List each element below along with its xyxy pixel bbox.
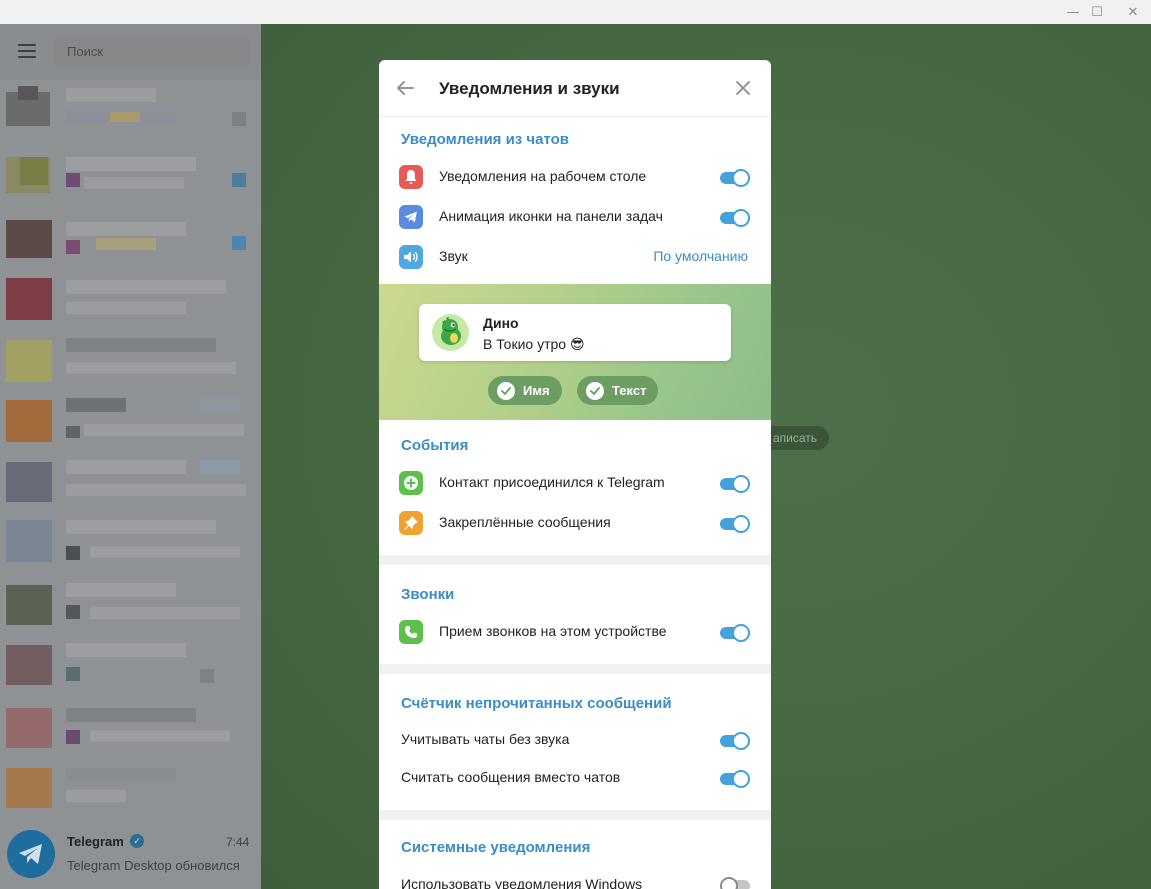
toggle-desktop-notifications[interactable]	[720, 169, 750, 187]
section-title-chats: Уведомления из чатов	[401, 131, 570, 148]
chat-list-panel: Поиск Telegram ✓ 7:44 Telegram Desktop о…	[0, 24, 261, 889]
row-label: Использовать уведомления Windows	[401, 876, 643, 889]
list-item[interactable]	[0, 702, 261, 762]
row-sound[interactable]: Звук По умолчанию	[379, 237, 771, 277]
row-label: Звук	[439, 248, 468, 264]
verified-icon: ✓	[130, 834, 144, 848]
dino-sticker-icon	[441, 317, 461, 345]
preview-message-text: В Токио утро 😎	[483, 336, 585, 352]
section-title-badge: Счётчик непрочитанных сообщений	[401, 695, 672, 712]
toggle-accept-calls[interactable]	[720, 624, 750, 642]
section-divider	[379, 555, 771, 565]
list-item[interactable]	[0, 214, 261, 274]
row-label: Считать сообщения вместо чатов	[401, 769, 621, 785]
row-pinned-messages[interactable]: Закреплённые сообщения	[379, 503, 771, 543]
list-item[interactable]	[0, 762, 261, 822]
list-item[interactable]	[0, 274, 261, 334]
arrow-left-icon[interactable]	[395, 78, 415, 98]
row-label: Закреплённые сообщения	[439, 514, 611, 530]
list-item[interactable]	[0, 394, 261, 454]
chat-item-telegram[interactable]: Telegram ✓ 7:44 Telegram Desktop обновил…	[0, 824, 261, 889]
speaker-icon	[399, 245, 423, 269]
select-chat-hint: аписать	[761, 426, 830, 450]
list-item[interactable]	[0, 149, 261, 209]
notification-preview: Дино В Токио утро 😎 Имя Текст	[379, 284, 771, 420]
close-window-icon: ✕	[1127, 4, 1139, 20]
notifications-settings-dialog: Уведомления и звуки Уведомления из чатов…	[379, 60, 771, 889]
section-title-events: События	[401, 437, 469, 454]
telegram-plane-icon	[19, 844, 42, 864]
list-item[interactable]	[0, 82, 261, 142]
sound-value-link[interactable]: По умолчанию	[653, 248, 748, 264]
row-label: Контакт присоединился к Telegram	[439, 474, 665, 490]
toggle-taskbar-animation[interactable]	[720, 209, 750, 227]
toggle-contact-joined[interactable]	[720, 475, 750, 493]
dialog-title: Уведомления и звуки	[439, 79, 620, 98]
chip-label: Текст	[612, 383, 647, 398]
check-icon	[586, 381, 604, 400]
window-titlebar: — ☐ ✕	[0, 0, 1151, 24]
phone-icon	[399, 620, 423, 644]
chat-time: 7:44	[226, 835, 250, 849]
section-divider	[379, 664, 771, 674]
bell-icon	[399, 165, 423, 189]
chat-name: Telegram	[67, 834, 124, 849]
maximize-button[interactable]: ☐	[1077, 0, 1117, 24]
preview-notification-card: Дино В Токио утро 😎	[419, 304, 731, 361]
list-item[interactable]	[0, 516, 261, 576]
toggle-use-windows-notifications[interactable]	[720, 877, 750, 889]
dialog-header: Уведомления и звуки	[379, 60, 771, 117]
chip-label: Имя	[523, 383, 550, 398]
row-label: Прием звонков на этом устройстве	[439, 623, 667, 639]
list-item[interactable]	[0, 639, 261, 699]
chat-preview: Telegram Desktop обновился	[67, 858, 240, 873]
plus-circle-icon	[399, 471, 423, 495]
telegram-plane-icon	[399, 205, 423, 229]
row-label: Анимация иконки на панели задач	[439, 208, 663, 224]
preview-sender-name: Дино	[483, 315, 519, 331]
section-title-calls: Звонки	[401, 586, 455, 603]
close-icon[interactable]	[733, 78, 753, 98]
toggle-pinned-messages[interactable]	[720, 515, 750, 533]
row-count-muted[interactable]: Учитывать чаты без звука	[379, 720, 771, 760]
dino-avatar	[432, 314, 469, 351]
search-input[interactable]: Поиск	[55, 36, 249, 68]
row-accept-calls[interactable]: Прием звонков на этом устройстве	[379, 612, 771, 652]
maximize-icon: ☐	[1091, 4, 1103, 20]
list-item[interactable]	[0, 579, 261, 639]
hamburger-icon[interactable]	[18, 44, 36, 58]
section-title-system: Системные уведомления	[401, 839, 591, 856]
telegram-avatar	[7, 830, 55, 878]
toggle-count-muted[interactable]	[720, 732, 750, 750]
row-label: Уведомления на рабочем столе	[439, 168, 647, 184]
check-icon	[497, 381, 515, 400]
row-use-windows-notifications[interactable]: Использовать уведомления Windows	[379, 865, 771, 889]
row-taskbar-animation[interactable]: Анимация иконки на панели задач	[379, 197, 771, 237]
list-item[interactable]	[0, 456, 261, 516]
chat-list-header: Поиск	[0, 24, 261, 80]
chip-show-name[interactable]: Имя	[488, 376, 562, 405]
row-count-messages[interactable]: Считать сообщения вместо чатов	[379, 758, 771, 798]
section-divider	[379, 810, 771, 820]
row-label: Учитывать чаты без звука	[401, 731, 570, 747]
row-desktop-notifications[interactable]: Уведомления на рабочем столе	[379, 157, 771, 197]
pin-icon	[399, 511, 423, 535]
toggle-count-messages[interactable]	[720, 770, 750, 788]
close-window-button[interactable]: ✕	[1113, 0, 1151, 24]
row-contact-joined[interactable]: Контакт присоединился к Telegram	[379, 463, 771, 503]
chip-show-text[interactable]: Текст	[577, 376, 659, 405]
list-item[interactable]	[0, 334, 261, 394]
